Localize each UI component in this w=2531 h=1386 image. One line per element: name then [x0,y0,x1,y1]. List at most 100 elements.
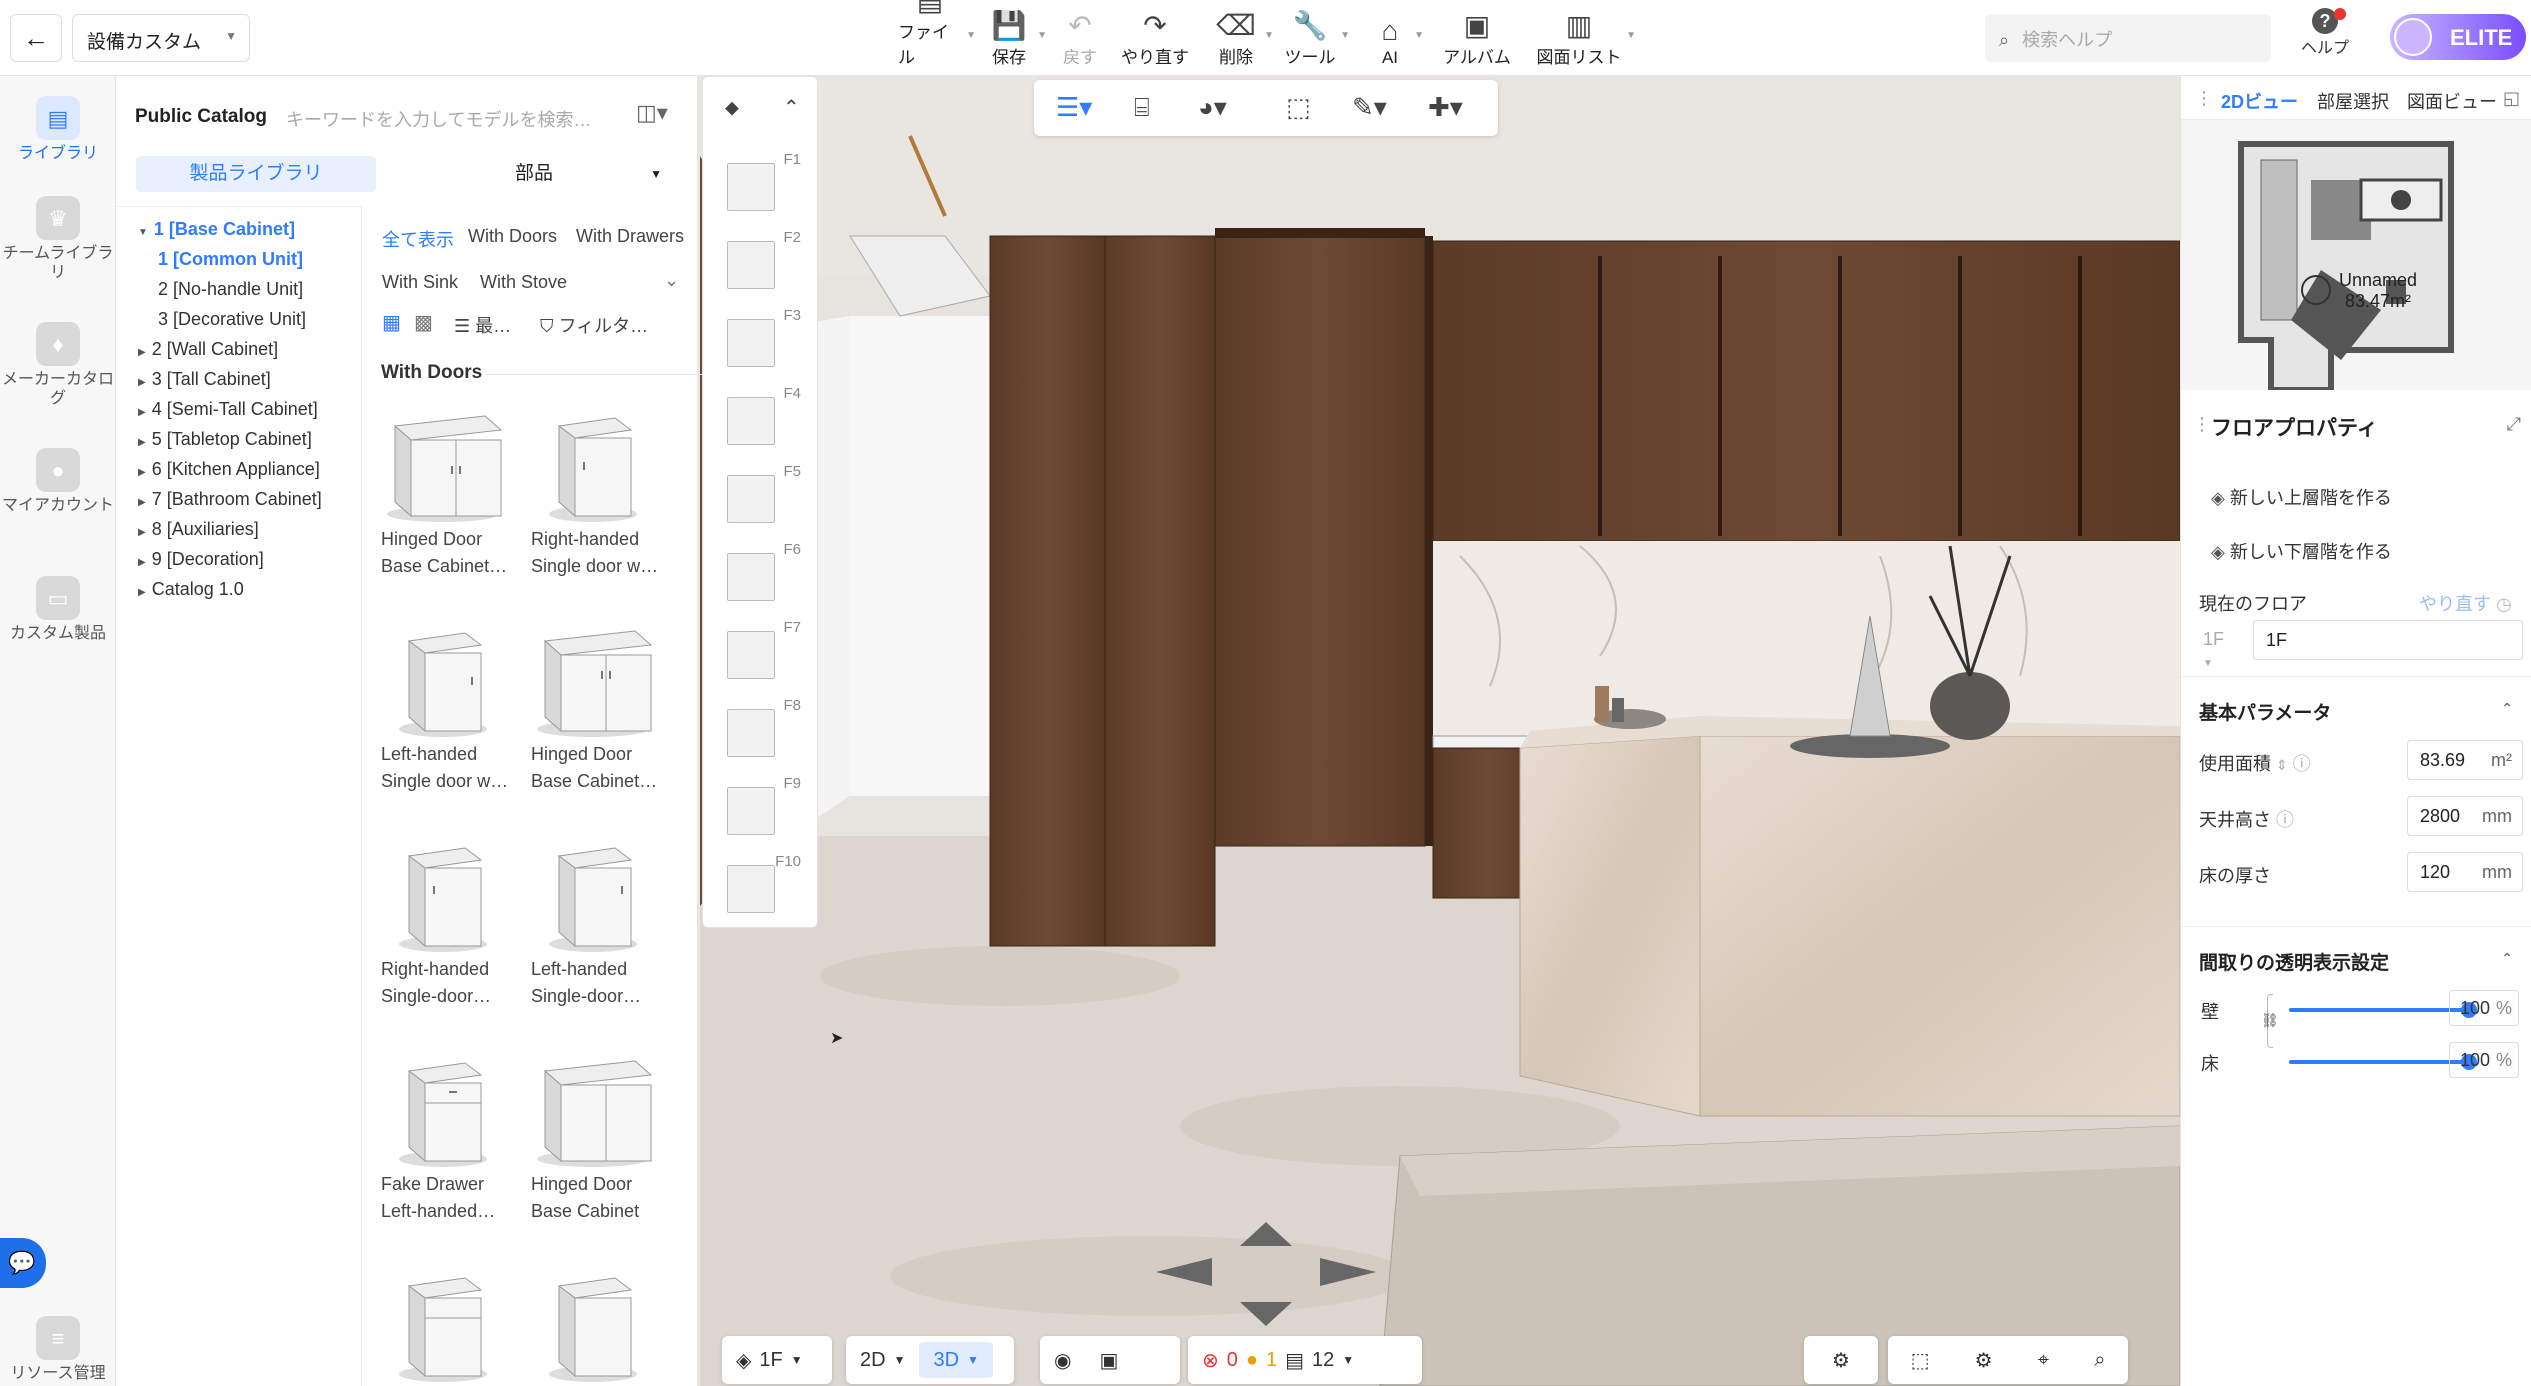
product-card[interactable]: Left-handed Single-door… [531,836,681,1010]
chevron-up-icon[interactable]: ⌃ [2501,700,2513,717]
tree-item-no-handle-unit[interactable]: 2 [No-handle Unit] [158,279,303,300]
nav-custom-products[interactable]: ▭ カスタム製品 [0,576,116,643]
nav-resources[interactable]: ≡ リソース管理 [0,1316,116,1383]
drawing-list-menu[interactable]: ▥ 図面リスト ▼ [1536,8,1637,68]
nav-account[interactable]: ● マイアカウント [0,448,116,515]
camera-settings-icon[interactable]: ⚙ [1975,1348,1993,1373]
tree-item-tall-cabinet[interactable]: ▶ 3 [Tall Cabinet] [138,369,271,390]
product-card[interactable]: Right-handed Single door w… [531,406,681,580]
tree-item-decorative-unit[interactable]: 3 [Decorative Unit] [158,309,306,330]
camera-right-arrow[interactable] [1320,1258,1376,1286]
new-upper-floor-button[interactable]: ◈ 新しい上層階を作る [2211,484,2392,510]
filter-chip-with-stove[interactable]: With Stove [480,272,567,293]
settings-toggle-button[interactable]: ⚙ [1804,1336,1878,1384]
select-frame-icon[interactable]: ⬚ [1286,92,1311,123]
drag-handle-icon[interactable]: ⋮ [2193,414,2211,435]
plugin-icon[interactable]: ✚▾ [1428,92,1463,123]
back-button[interactable]: ← [10,14,62,62]
floor-style-f5[interactable]: F5 [713,459,813,527]
help-button[interactable]: ? ヘルプ [2290,8,2360,68]
product-card[interactable]: Hinged Door Base Cabinet… [531,621,681,795]
project-select[interactable]: 設備カスタム ▼ [72,14,250,62]
chat-button[interactable]: 💬 [0,1238,46,1288]
area-input[interactable]: 83.69 m² [2407,740,2523,780]
file-menu[interactable]: ▤ ファイル ▼ [898,0,976,68]
catalog-search-input[interactable]: キーワードを入力してモデルを検索… [286,106,616,132]
paint-roller-icon[interactable]: ⌸ [1134,92,1150,124]
tab-2d-view[interactable]: 2Dビュー [2221,88,2298,114]
tree-item-bathroom-cabinet[interactable]: ▶ 7 [Bathroom Cabinet] [138,489,322,510]
floor-style-f2[interactable]: F2 [713,225,813,293]
floor-style-f7[interactable]: F7 [713,615,813,683]
wall-transparency-input[interactable]: 100 % [2449,990,2519,1026]
chevron-down-icon[interactable]: ⌄ [664,270,679,291]
camera-left-arrow[interactable] [1156,1258,1212,1286]
floor-transparency-slider[interactable] [2289,1054,2477,1070]
3d-viewport[interactable] [700,76,2180,1386]
product-card[interactable]: Hinged Door Base Cabinet [531,1051,681,1225]
ceiling-input[interactable]: 2800 mm [2407,796,2523,836]
album-button[interactable]: ▣ アルバム [1442,8,1512,68]
tab-drawing-view[interactable]: 図面ビュー [2407,88,2497,114]
material-icon[interactable]: ◕▾ [1198,92,1227,123]
layout-toggle-button[interactable]: ◫▾ [636,100,668,126]
product-card[interactable] [531,1266,681,1386]
camera-up-arrow[interactable] [1240,1222,1292,1246]
tree-item-common-unit[interactable]: 1 [Common Unit] [158,249,303,270]
brush-icon[interactable]: ✎▾ [1352,92,1387,123]
product-card[interactable]: Right-handed Single-door… [381,836,531,1010]
drag-handle-icon[interactable]: ⋮ [2195,88,2213,109]
redo-button[interactable]: ↷ やり直す [1120,8,1190,68]
chevron-up-icon[interactable]: ⌃ [783,95,800,120]
tree-item-catalog-1[interactable]: ▶ Catalog 1.0 [138,579,244,600]
floor-thickness-input[interactable]: 120 mm [2407,852,2523,892]
annotation-icon[interactable]: ☰▾ [1056,92,1092,123]
filter-chip-all[interactable]: 全て表示 [382,226,454,252]
help-search-input[interactable]: ⌕ 検索ヘルプ [1985,14,2271,62]
tree-item-wall-cabinet[interactable]: ▶ 2 [Wall Cabinet] [138,339,278,360]
floor-style-f10[interactable]: F10 [713,849,813,917]
product-card[interactable] [381,1266,531,1386]
focus-icon[interactable]: ⌖ [2038,1349,2049,1372]
link-icon[interactable]: ⛓ [2261,1012,2279,1029]
visibility-button[interactable]: ◉ [1040,1348,1085,1373]
status-indicators[interactable]: ⊗ 0 ● 1 ▤ 12 ▼ [1188,1336,1422,1384]
camera-down-arrow[interactable] [1240,1302,1292,1326]
floorplan-minimap[interactable]: Unnamed 83.47m² [2181,120,2531,390]
floor-name-input[interactable]: 1F [2253,620,2523,660]
grid-large-icon[interactable]: ▩ [414,310,433,335]
nav-maker-catalog[interactable]: ♦ メーカーカタログ [0,322,116,408]
floor-style-f1[interactable]: F1 [713,147,813,215]
product-card[interactable]: Fake Drawer Left-handed… [381,1051,531,1225]
save-button[interactable]: 💾 保存 ▼ [985,8,1047,68]
sort-button[interactable]: ☰ 最… [454,312,511,338]
tree-item-kitchen-appliance[interactable]: ▶ 6 [Kitchen Appliance] [138,459,320,480]
tag-icon[interactable]: ⬥ [725,97,739,120]
tree-item-tabletop-cabinet[interactable]: ▶ 5 [Tabletop Cabinet] [138,429,312,450]
expand-icon[interactable]: ⤢ [2507,414,2521,435]
tab-product-library[interactable]: 製品ライブラリ [136,156,376,192]
tree-item-auxiliaries[interactable]: ▶ 8 [Auxiliaries] [138,519,259,540]
delete-button[interactable]: ⌫ 削除 ▼ [1212,8,1274,68]
collapse-icon[interactable]: ◱ [2503,88,2520,109]
floor-select[interactable]: 1F ▼ [2191,620,2245,669]
screenshot-icon[interactable]: ⬚ [1911,1348,1930,1373]
product-card[interactable]: Hinged Door Base Cabinet… [381,406,531,580]
floor-transparency-input[interactable]: 100 % [2449,1042,2519,1078]
floor-style-f9[interactable]: F9 [713,771,813,839]
floor-style-f8[interactable]: F8 [713,693,813,761]
product-card[interactable]: Left-handed Single door w… [381,621,531,795]
filter-chip-with-sink[interactable]: With Sink [382,272,458,293]
parts-select[interactable]: 部品 ▼ [386,156,682,192]
new-lower-floor-button[interactable]: ◈ 新しい下層階を作る [2211,538,2392,564]
grid-small-icon[interactable]: ▦ [382,310,401,335]
model-view-button[interactable]: ▣ [1085,1348,1132,1373]
filter-button[interactable]: ⛉ フィルタ… [540,312,648,338]
filter-chip-with-drawers[interactable]: With Drawers [576,226,684,247]
floor-style-f4[interactable]: F4 [713,381,813,449]
redo-floor-button[interactable]: やり直す ◷ [2419,590,2512,616]
filter-chip-with-doors[interactable]: With Doors [468,226,557,247]
view-3d-button[interactable]: 3D ▼ [919,1342,993,1378]
tree-item-semi-tall-cabinet[interactable]: ▶ 4 [Semi-Tall Cabinet] [138,399,318,420]
tree-item-base-cabinet[interactable]: ▼ 1 [Base Cabinet] [138,219,295,240]
